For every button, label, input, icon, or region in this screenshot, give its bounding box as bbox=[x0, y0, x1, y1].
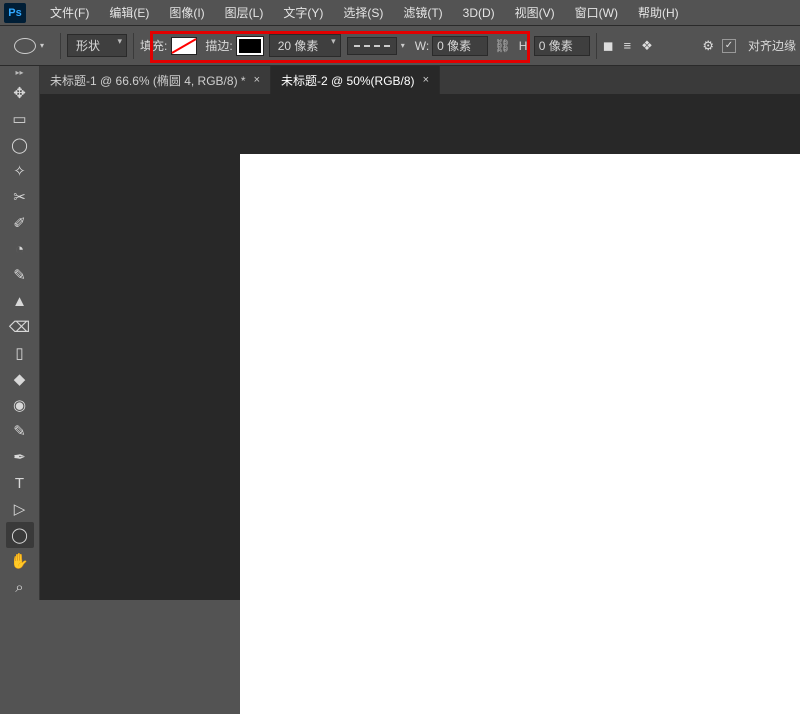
tool-marquee[interactable]: ▭ bbox=[6, 106, 34, 132]
tool-gradient[interactable]: ▯ bbox=[6, 340, 34, 366]
stroke-label: 描边: bbox=[205, 37, 232, 54]
tool-hand[interactable]: ✋ bbox=[6, 548, 34, 574]
menu-layer[interactable]: 图层(L) bbox=[215, 0, 274, 25]
stroke-style-caret-icon[interactable]: ▾ bbox=[401, 41, 405, 50]
tools-expander-icon[interactable]: ▸▸ bbox=[15, 68, 23, 80]
menu-file[interactable]: 文件(F) bbox=[40, 0, 99, 25]
tool-direct-select[interactable]: ▷ bbox=[6, 496, 34, 522]
tool-healing[interactable]: ◔ bbox=[6, 236, 34, 262]
height-label: H: bbox=[519, 39, 531, 53]
close-icon[interactable]: × bbox=[254, 74, 260, 86]
fill-swatch[interactable] bbox=[171, 37, 197, 55]
link-wh-icon[interactable]: ⛓ bbox=[494, 38, 511, 54]
menu-select[interactable]: 选择(S) bbox=[333, 0, 393, 25]
main-area: ▸▸ ✥▭◯✧✂✐◔✎▲⌫▯◆◉✎✒T▷◯✋⌕ 未标题-1 @ 66.6% (椭… bbox=[0, 66, 800, 600]
align-icon[interactable]: ≡ bbox=[623, 38, 631, 53]
document-tab-1[interactable]: 未标题-1 @ 66.6% (椭圆 4, RGB/8) * × bbox=[40, 66, 271, 94]
tool-move[interactable]: ✥ bbox=[6, 80, 34, 106]
tool-blur[interactable]: ◆ bbox=[6, 366, 34, 392]
path-ops-icon[interactable]: ◼ bbox=[603, 38, 614, 54]
tools-panel: ▸▸ ✥▭◯✧✂✐◔✎▲⌫▯◆◉✎✒T▷◯✋⌕ bbox=[0, 66, 40, 600]
close-icon[interactable]: × bbox=[423, 74, 429, 86]
separator bbox=[596, 33, 597, 59]
tool-crop[interactable]: ✂ bbox=[6, 184, 34, 210]
menu-help[interactable]: 帮助(H) bbox=[628, 0, 689, 25]
fill-label: 填充: bbox=[140, 37, 167, 54]
tool-clone[interactable]: ▲ bbox=[6, 288, 34, 314]
menu-window[interactable]: 窗口(W) bbox=[565, 0, 628, 25]
ps-logo: Ps bbox=[4, 3, 26, 23]
tool-magic-wand[interactable]: ✧ bbox=[6, 158, 34, 184]
tool-text[interactable]: T bbox=[6, 470, 34, 496]
ellipse-tool-icon[interactable] bbox=[14, 38, 36, 54]
stroke-style-dropdown[interactable] bbox=[347, 37, 397, 55]
document-tab-2[interactable]: 未标题-2 @ 50%(RGB/8) × bbox=[271, 66, 440, 94]
tool-eraser[interactable]: ⌫ bbox=[6, 314, 34, 340]
tool-eyedropper[interactable]: ✐ bbox=[6, 210, 34, 236]
tab-label: 未标题-2 @ 50%(RGB/8) bbox=[281, 72, 415, 89]
tool-lasso[interactable]: ◯ bbox=[6, 132, 34, 158]
width-label: W: bbox=[415, 39, 429, 53]
canvas-area[interactable] bbox=[40, 94, 800, 600]
canvas[interactable] bbox=[240, 154, 800, 714]
menu-filter[interactable]: 滤镜(T) bbox=[393, 0, 452, 25]
shape-mode-dropdown[interactable]: 形状 bbox=[67, 34, 127, 57]
stroke-swatch[interactable] bbox=[237, 37, 263, 55]
tool-ellipse[interactable]: ◯ bbox=[6, 522, 34, 548]
document-tabs: 未标题-1 @ 66.6% (椭圆 4, RGB/8) * × 未标题-2 @ … bbox=[40, 66, 800, 94]
menu-3d[interactable]: 3D(D) bbox=[453, 2, 505, 24]
separator bbox=[60, 33, 61, 59]
workspace: 未标题-1 @ 66.6% (椭圆 4, RGB/8) * × 未标题-2 @ … bbox=[40, 66, 800, 600]
dash-line-icon bbox=[354, 45, 390, 47]
menu-image[interactable]: 图像(I) bbox=[159, 0, 214, 25]
tool-brush[interactable]: ✎ bbox=[6, 262, 34, 288]
align-edges-checkbox[interactable]: ✓ bbox=[722, 39, 736, 53]
menu-view[interactable]: 视图(V) bbox=[505, 0, 565, 25]
width-input[interactable] bbox=[432, 36, 488, 56]
menubar: Ps 文件(F) 编辑(E) 图像(I) 图层(L) 文字(Y) 选择(S) 滤… bbox=[0, 0, 800, 26]
align-edges-label: 对齐边缘 bbox=[748, 37, 796, 54]
gear-icon[interactable]: ⚙ bbox=[702, 38, 714, 54]
tool-path-select[interactable]: ✒ bbox=[6, 444, 34, 470]
height-input[interactable] bbox=[534, 36, 590, 56]
tool-preset-caret-icon[interactable]: ▾ bbox=[40, 41, 44, 50]
options-bar: ▾ 形状 填充: 描边: 20 像素 ▾ W: ⛓ H: ◼ ≡ ❖ ⚙ ✓ 对… bbox=[0, 26, 800, 66]
stroke-size-dropdown[interactable]: 20 像素 bbox=[269, 34, 341, 57]
tab-label: 未标题-1 @ 66.6% (椭圆 4, RGB/8) * bbox=[50, 72, 246, 89]
tool-zoom[interactable]: ⌕ bbox=[6, 574, 34, 600]
tool-dodge[interactable]: ◉ bbox=[6, 392, 34, 418]
menu-edit[interactable]: 编辑(E) bbox=[99, 0, 159, 25]
separator bbox=[133, 33, 134, 59]
arrange-icon[interactable]: ❖ bbox=[641, 38, 653, 54]
tool-pen[interactable]: ✎ bbox=[6, 418, 34, 444]
menu-type[interactable]: 文字(Y) bbox=[273, 0, 333, 25]
